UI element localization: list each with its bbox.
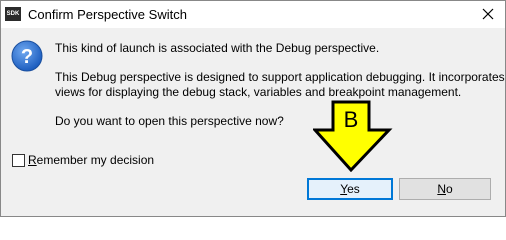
annotation-arrow-b: B	[313, 100, 393, 172]
yes-label-rest: es	[347, 182, 360, 196]
annotation-label: B	[344, 107, 359, 132]
no-label-rest: o	[445, 182, 453, 196]
no-button[interactable]: No	[399, 178, 491, 200]
yes-button[interactable]: Yes	[307, 178, 393, 200]
remember-decision-label[interactable]: Remember my decision	[28, 153, 154, 167]
question-icon: ?	[11, 40, 43, 72]
remember-decision-checkbox[interactable]	[12, 154, 25, 167]
remember-label-rest: emember my decision	[36, 153, 155, 167]
no-mnemonic: N	[437, 182, 446, 196]
dialog-title: Confirm Perspective Switch	[28, 7, 187, 22]
confirm-perspective-dialog: SDK Confirm Perspective Switch ? This ki…	[0, 0, 506, 217]
title-bar: SDK Confirm Perspective Switch	[1, 1, 505, 28]
sdk-app-icon: SDK	[5, 7, 21, 21]
message-line-2: This Debug perspective is designed to su…	[55, 70, 505, 84]
message-line-3: views for displaying the debug stack, va…	[55, 85, 462, 99]
close-icon	[482, 8, 494, 20]
dialog-body: ? This kind of launch is associated with…	[1, 28, 505, 216]
remember-mnemonic: R	[28, 153, 37, 167]
close-button[interactable]	[471, 1, 505, 28]
svg-text:?: ?	[21, 46, 33, 68]
message-line-4: Do you want to open this perspective now…	[55, 114, 284, 128]
message-line-1: This kind of launch is associated with t…	[55, 41, 380, 55]
